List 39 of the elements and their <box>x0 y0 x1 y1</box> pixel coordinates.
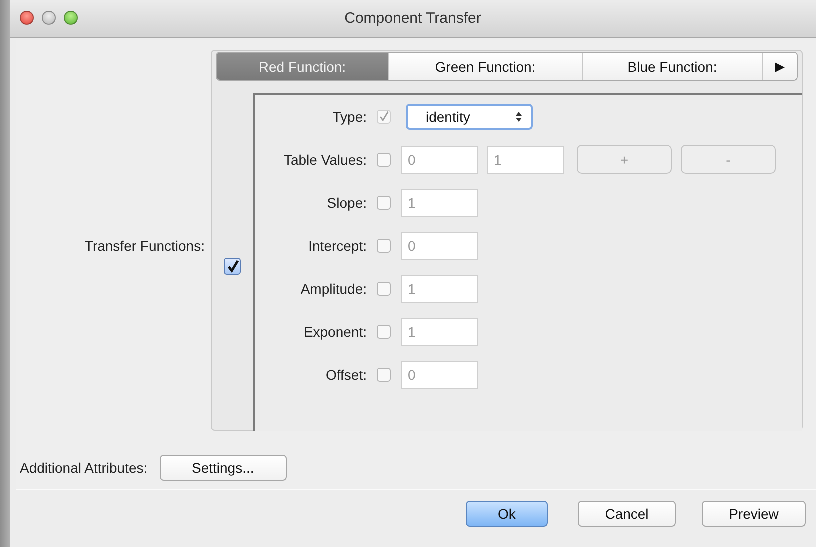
input-field[interactable]: 0 <box>401 360 478 388</box>
tab[interactable]: Green Function: <box>389 53 583 80</box>
input-field[interactable]: 0 <box>401 146 478 174</box>
checkbox[interactable] <box>377 368 391 382</box>
field-label: Offset: <box>325 366 367 382</box>
field-label: Amplitude: <box>300 280 367 296</box>
checkbox[interactable] <box>377 196 391 210</box>
transfer-functions-label: Transfer Functions: <box>84 238 205 254</box>
tab[interactable]: Blue Function: <box>583 53 763 80</box>
settings-button[interactable]: Settings... <box>160 455 287 481</box>
checkbox[interactable] <box>377 282 391 296</box>
field-label: Slope: <box>326 194 367 210</box>
input-field[interactable]: 1 <box>401 318 478 346</box>
window-title: Component Transfer <box>344 10 482 27</box>
tab[interactable]: Red Function: <box>217 53 389 80</box>
field-label: Type: <box>332 108 367 124</box>
up-down-arrows-icon <box>515 110 523 122</box>
more-tabs-button[interactable]: ▶ <box>763 53 797 80</box>
type-dropdown[interactable]: identity <box>406 104 533 130</box>
input-field[interactable]: 1 <box>487 146 564 174</box>
field-label: Table Values: <box>282 152 367 168</box>
checkbox[interactable] <box>377 324 391 338</box>
minimize-button[interactable] <box>42 11 56 25</box>
input-field[interactable]: 1 <box>401 188 478 216</box>
input-field[interactable]: 0 <box>401 232 478 260</box>
zoom-button[interactable] <box>64 11 78 25</box>
checkbox[interactable] <box>377 238 391 252</box>
checkbox[interactable] <box>224 258 241 275</box>
field-label: Exponent: <box>302 324 367 340</box>
checkbox[interactable] <box>377 152 391 166</box>
dialog-button[interactable]: Ok <box>466 501 548 527</box>
table-button[interactable]: - <box>681 145 776 174</box>
table-button[interactable]: + <box>577 145 672 174</box>
dialog-button[interactable]: Preview <box>702 501 806 527</box>
input-field[interactable]: 1 <box>401 274 478 302</box>
field-label: Intercept: <box>308 238 367 254</box>
dialog-button[interactable]: Cancel <box>578 501 676 527</box>
close-button[interactable] <box>20 11 34 25</box>
additional-attributes-label: Additional Attributes: <box>20 460 148 476</box>
